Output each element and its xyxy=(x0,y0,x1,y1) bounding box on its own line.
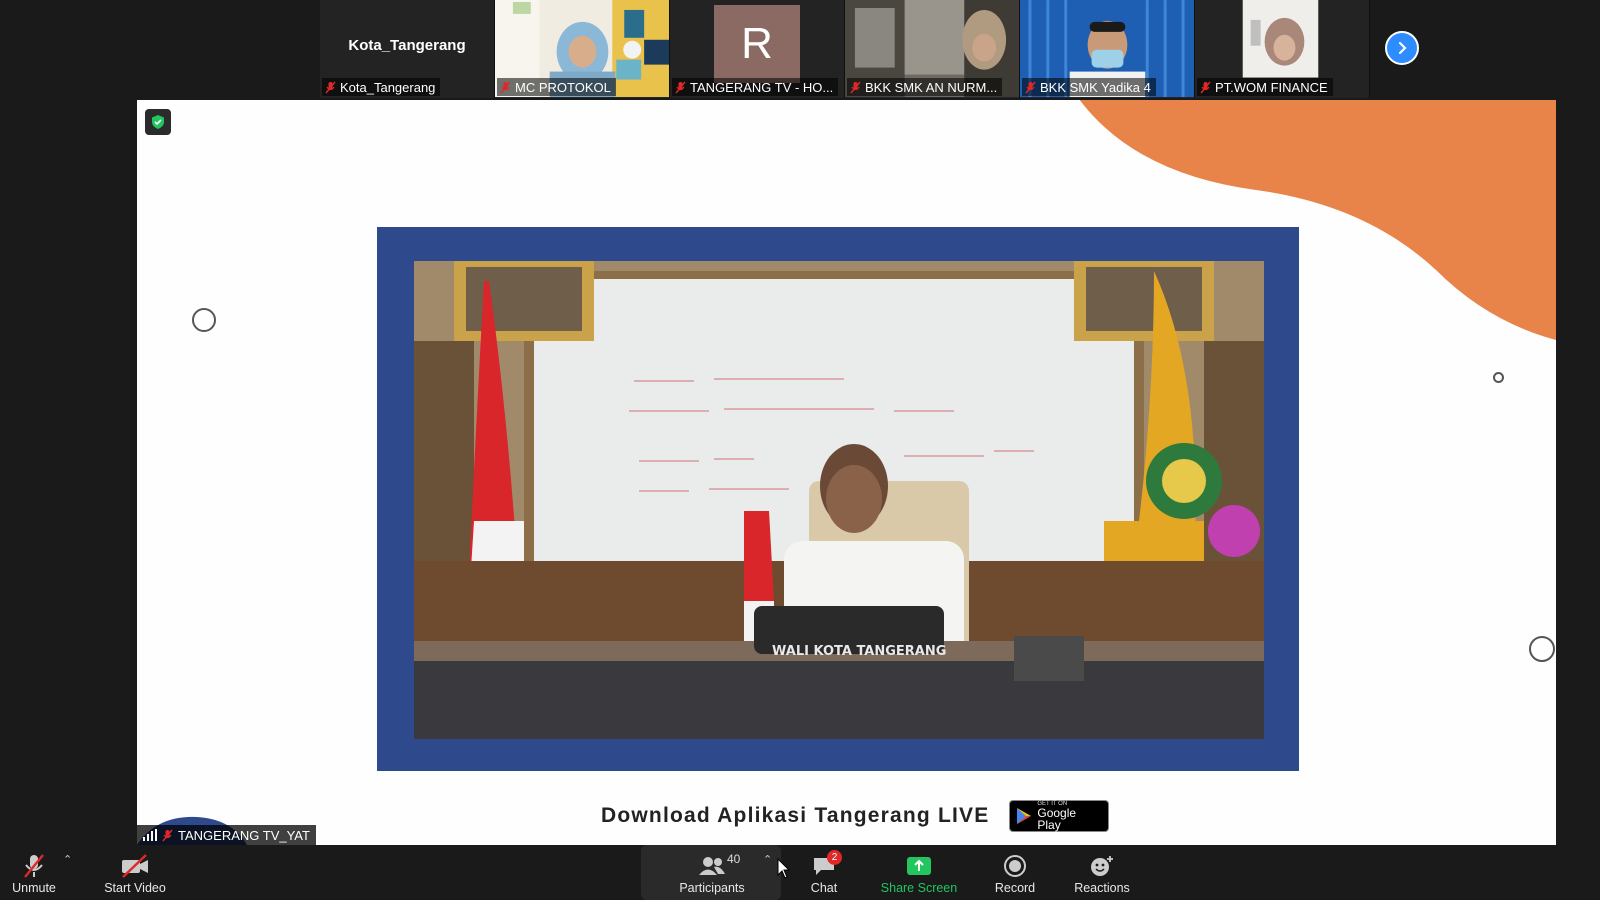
share-screen-label: Share Screen xyxy=(880,881,958,895)
chat-icon: 2 xyxy=(809,850,842,879)
mic-off-icon xyxy=(1025,81,1036,93)
slide-circle-decoration xyxy=(192,308,216,332)
participant-name: BKK SMK Yadika 4 xyxy=(1040,79,1151,95)
zoom-meeting-window: Kota_Tangerang Kota_Tangerang MC PROTOKO… xyxy=(0,0,1600,900)
unmute-label: Unmute xyxy=(12,881,56,895)
shield-check-icon xyxy=(152,115,164,129)
google-play-big-text: Google Play xyxy=(1037,806,1077,832)
participant-tile-kota-tangerang[interactable]: Kota_Tangerang Kota_Tangerang xyxy=(320,0,495,98)
participant-title: Kota_Tangerang xyxy=(348,37,466,54)
presenter-name-tag: TANGERANG TV_YAT xyxy=(137,825,316,845)
reactions-icon xyxy=(1087,853,1117,879)
participant-tile-bkk-smk-an-nurm[interactable]: BKK SMK AN NURM... xyxy=(845,0,1020,98)
mic-off-icon xyxy=(325,81,336,93)
participants-label: Participants xyxy=(679,881,745,895)
record-icon xyxy=(1000,853,1030,879)
participant-name-tag: BKK SMK AN NURM... xyxy=(847,78,1003,96)
participant-name: BKK SMK AN NURM... xyxy=(865,79,998,95)
microphone-muted-icon xyxy=(19,853,49,879)
record-label: Record xyxy=(994,881,1036,895)
slide-circle-decoration xyxy=(1493,372,1504,383)
presenter-name: TANGERANG TV_YAT xyxy=(178,827,310,843)
audio-options-caret[interactable]: ⌃ xyxy=(63,853,72,866)
embedded-video-frame: WALI KOTA TANGERANG xyxy=(377,227,1299,771)
reactions-button[interactable]: Reactions xyxy=(1068,845,1136,900)
reactions-label: Reactions xyxy=(1074,881,1130,895)
participants-count: 40 xyxy=(727,852,741,866)
participant-name-tag: TANGERANG TV - HO... xyxy=(672,78,839,96)
mouse-pointer-icon xyxy=(777,858,791,879)
participant-avatar-initial: R xyxy=(714,5,800,83)
start-video-button[interactable]: Start Video xyxy=(96,845,174,900)
google-play-badge[interactable]: GET IT ON Google Play xyxy=(1009,800,1110,832)
mic-off-icon xyxy=(850,81,861,93)
participant-name: TANGERANG TV - HO... xyxy=(690,79,834,95)
participant-tile-tangerang-tv[interactable]: R TANGERANG TV - HO... xyxy=(670,0,845,98)
participant-name: Kota_Tangerang xyxy=(340,79,436,95)
participant-tile-pt-wom-finance[interactable]: PT.WOM FINANCE xyxy=(1195,0,1370,98)
mic-off-icon xyxy=(162,829,173,841)
mic-off-icon xyxy=(500,81,511,93)
participant-tile-bkk-smk-yadika-4[interactable]: BKK SMK Yadika 4 xyxy=(1020,0,1195,98)
participants-icon xyxy=(697,853,727,879)
encryption-shield-badge[interactable] xyxy=(145,109,171,135)
chat-button[interactable]: 2 Chat xyxy=(800,845,848,900)
google-play-badge-text: GET IT ON Google Play xyxy=(1037,801,1102,831)
download-app-banner: Download Aplikasi Tangerang LIVE GET IT … xyxy=(601,800,1110,832)
google-play-icon xyxy=(1017,808,1032,824)
share-screen-icon xyxy=(904,853,934,879)
gallery-next-page-button[interactable] xyxy=(1385,31,1419,65)
participants-options-caret[interactable]: ⌃ xyxy=(763,853,772,866)
participant-name: MC PROTOKOL xyxy=(515,79,611,95)
download-app-text: Download Aplikasi Tangerang LIVE xyxy=(601,804,990,827)
embedded-video-content: WALI KOTA TANGERANG xyxy=(414,261,1264,739)
participant-name: PT.WOM FINANCE xyxy=(1215,79,1328,95)
office-scene-image: WALI KOTA TANGERANG xyxy=(414,261,1264,739)
start-video-label: Start Video xyxy=(104,881,166,895)
shared-screen-content: WALI KOTA TANGERANG Download Aplikasi Ta… xyxy=(137,100,1556,845)
participant-tile-mc-protokol[interactable]: MC PROTOKOL xyxy=(495,0,670,98)
participant-name-tag: Kota_Tangerang xyxy=(322,78,441,96)
participant-name-tag: MC PROTOKOL xyxy=(497,78,616,96)
participant-name-tag: PT.WOM FINANCE xyxy=(1197,78,1333,96)
video-off-icon xyxy=(120,853,150,879)
meeting-controls-toolbar: Unmute ⌃ Start Video Participants 40 ⌃ 2… xyxy=(0,845,1600,900)
signal-strength-icon xyxy=(143,829,157,841)
participant-name-tag: BKK SMK Yadika 4 xyxy=(1022,78,1156,96)
mic-off-icon xyxy=(675,81,686,93)
chevron-right-icon xyxy=(1398,41,1407,55)
record-button[interactable]: Record xyxy=(987,845,1043,900)
unmute-button[interactable]: Unmute xyxy=(5,845,63,900)
desk-nameplate-text: WALI KOTA TANGERANG xyxy=(772,644,946,659)
share-screen-button[interactable]: Share Screen xyxy=(875,845,963,900)
participant-gallery-strip: Kota_Tangerang Kota_Tangerang MC PROTOKO… xyxy=(320,0,1370,98)
participants-button[interactable]: Participants xyxy=(670,845,754,900)
chat-label: Chat xyxy=(810,881,838,895)
chat-unread-badge: 2 xyxy=(827,850,842,865)
slide-circle-decoration xyxy=(1529,636,1555,662)
mic-off-icon xyxy=(1200,81,1211,93)
